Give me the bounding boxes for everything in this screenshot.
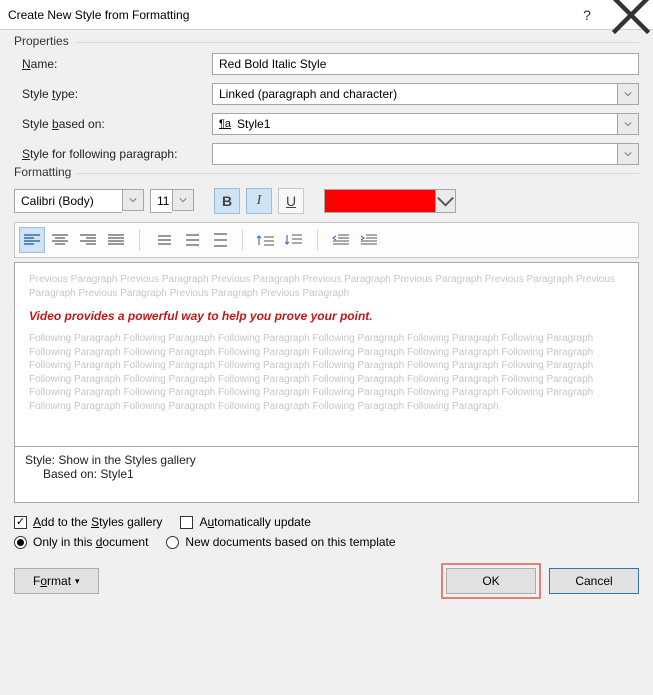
titlebar: Create New Style from Formatting ? [0, 0, 653, 30]
properties-group: Properties Name: Style type: Linked (par… [14, 42, 639, 165]
spacing-onehalf-button[interactable] [178, 227, 204, 253]
cancel-button[interactable]: Cancel [549, 568, 639, 594]
increase-indent-button[interactable] [356, 227, 382, 253]
style-type-dropdown[interactable] [617, 83, 639, 105]
style-desc-line2: Based on: Style1 [25, 467, 628, 481]
following-dropdown[interactable] [617, 143, 639, 165]
font-size-combo[interactable]: 11 [150, 189, 194, 213]
add-to-gallery-checkbox[interactable]: ✓ Add to the Styles gallery [14, 515, 162, 529]
based-on-label: Style based on: [14, 117, 204, 131]
pilcrow-icon: ¶a [219, 118, 231, 130]
paragraph-toolbar [14, 222, 639, 258]
name-label: Name: [14, 57, 204, 71]
only-this-document-radio[interactable]: Only in this document [14, 535, 148, 549]
align-right-button[interactable] [75, 227, 101, 253]
dialog-title: Create New Style from Formatting [0, 8, 565, 22]
space-before-increase-button[interactable] [253, 227, 279, 253]
style-desc-line1: Style: Show in the Styles gallery [25, 453, 628, 467]
checkbox-unchecked-icon [180, 516, 193, 529]
underline-button[interactable]: U [278, 188, 304, 214]
properties-legend: Properties [14, 34, 75, 48]
name-input[interactable] [212, 53, 639, 75]
align-left-button[interactable] [19, 227, 45, 253]
style-type-label: Style type: [14, 87, 204, 101]
align-justify-button[interactable] [103, 227, 129, 253]
bold-button[interactable]: B [214, 188, 240, 214]
preview-previous-text: Previous Paragraph Previous Paragraph Pr… [29, 273, 624, 300]
format-button[interactable]: Format▾ [14, 568, 99, 594]
font-name-combo[interactable]: Calibri (Body) [14, 189, 144, 213]
close-button[interactable] [609, 0, 653, 30]
spacing-single-button[interactable] [150, 227, 176, 253]
based-on-select[interactable]: ¶aStyle1 [212, 113, 617, 135]
font-color-picker[interactable] [324, 189, 456, 213]
align-center-button[interactable] [47, 227, 73, 253]
spacing-double-button[interactable] [206, 227, 232, 253]
italic-button[interactable]: I [246, 188, 272, 214]
following-select[interactable] [212, 143, 617, 165]
based-on-dropdown[interactable] [617, 113, 639, 135]
formatting-group: Formatting Calibri (Body) 11 B I U [14, 173, 639, 503]
following-label: Style for following paragraph: [14, 147, 204, 161]
color-dropdown[interactable] [435, 190, 455, 212]
ok-button[interactable]: OK [446, 568, 536, 594]
color-swatch [325, 190, 435, 212]
formatting-legend: Formatting [14, 165, 77, 179]
ok-highlight: OK [441, 563, 541, 599]
help-button[interactable]: ? [565, 0, 609, 30]
decrease-indent-button[interactable] [328, 227, 354, 253]
font-size-dropdown[interactable] [172, 189, 194, 211]
preview-following-text: Following Paragraph Following Paragraph … [29, 332, 624, 413]
radio-unselected-icon [166, 536, 179, 549]
font-name-dropdown[interactable] [122, 189, 144, 211]
style-description: Style: Show in the Styles gallery Based … [14, 447, 639, 503]
radio-selected-icon [14, 536, 27, 549]
checkbox-checked-icon: ✓ [14, 516, 27, 529]
auto-update-checkbox[interactable]: Automatically update [180, 515, 310, 529]
preview-pane: Previous Paragraph Previous Paragraph Pr… [14, 262, 639, 447]
space-before-decrease-button[interactable] [281, 227, 307, 253]
style-type-select[interactable]: Linked (paragraph and character) [212, 83, 617, 105]
preview-sample-text: Video provides a powerful way to help yo… [29, 308, 624, 324]
new-documents-radio[interactable]: New documents based on this template [166, 535, 395, 549]
